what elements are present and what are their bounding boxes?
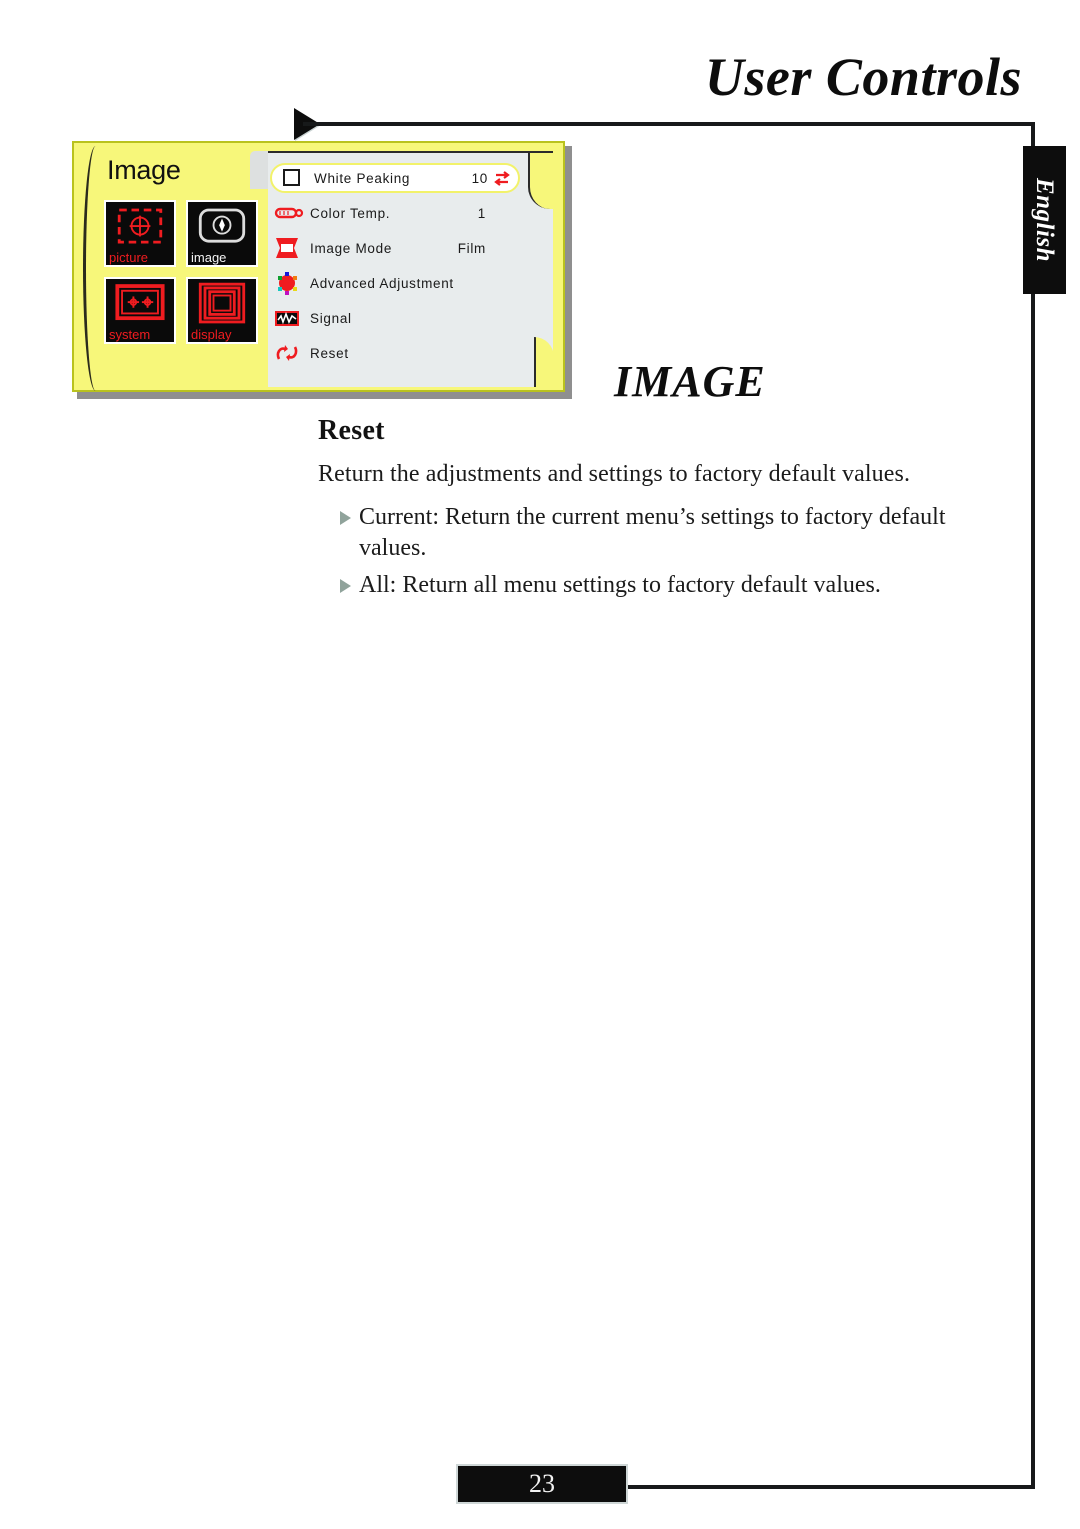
checkbox-icon (272, 165, 314, 191)
image-mode-icon (268, 235, 310, 261)
osd-row-value: 10 (471, 170, 488, 186)
reset-icon (268, 340, 310, 366)
bullet-triangle-icon (340, 511, 351, 525)
osd-row-color-temp[interactable]: Color Temp. 1 (268, 198, 516, 228)
page-title: User Controls (704, 47, 1022, 107)
list-item-text: Current: Return the current menu’s setti… (359, 504, 946, 561)
osd-row-label: White Peaking (314, 170, 411, 186)
section-title: IMAGE (614, 357, 766, 406)
osd-category-display[interactable]: display (186, 277, 258, 344)
osd-category-label: image (191, 250, 227, 265)
osd-category-system[interactable]: system (104, 277, 176, 344)
language-tab: English (1023, 146, 1066, 294)
display-icon (198, 282, 246, 324)
osd-category-picture[interactable]: picture (104, 200, 176, 267)
page-number: 23 (529, 1469, 555, 1498)
osd-category-image[interactable]: image (186, 200, 258, 267)
osd-row-reset[interactable]: Reset (268, 338, 516, 368)
osd-row-white-peaking[interactable]: White Peaking 10 (270, 163, 520, 193)
frame-right-rule (1031, 122, 1035, 1489)
body-content: Reset Return the adjustments and setting… (318, 415, 998, 607)
osd-row-image-mode[interactable]: Image Mode Film (268, 233, 516, 263)
list-item: Current: Return the current menu’s setti… (340, 502, 998, 564)
image-icon (198, 208, 246, 243)
color-temp-icon (268, 200, 310, 226)
osd-category-label: system (109, 327, 151, 342)
osd-row-label: Color Temp. (310, 205, 391, 221)
osd-settings-panel: White Peaking 10 Color Temp. 1 Image Mod… (268, 151, 554, 387)
frame-top-rule (303, 122, 1035, 126)
left-right-arrows-icon[interactable] (494, 170, 510, 186)
frame-bottom-rule (628, 1485, 1035, 1489)
osd-row-label: Image Mode (310, 240, 393, 256)
osd-category-label: display (191, 327, 232, 342)
advanced-adjustment-icon (268, 270, 310, 296)
osd-row-advanced-adjustment[interactable]: Advanced Adjustment (268, 268, 516, 298)
system-icon (115, 284, 165, 321)
osd-row-signal[interactable]: Signal (268, 303, 516, 333)
osd-row-label: Reset (310, 345, 349, 361)
bullet-triangle-icon (340, 579, 351, 593)
osd-page-curl (83, 146, 104, 391)
osd-yellow-panel: Image picture image system display White… (72, 141, 565, 392)
osd-panel-curve-top (528, 153, 554, 209)
osd-category-grid: picture image system display (104, 200, 259, 344)
list-item: All: Return all menu settings to factory… (340, 570, 998, 601)
osd-row-label: Advanced Adjustment (310, 275, 454, 291)
osd-category-label: picture (109, 250, 149, 265)
subsection-heading: Reset (318, 415, 385, 446)
osd-screenshot: Image picture image system display White… (72, 141, 572, 399)
language-tab-label: English (1031, 177, 1059, 263)
picture-icon (117, 208, 163, 244)
signal-icon (268, 305, 310, 331)
page-number-box: 23 (456, 1464, 628, 1504)
osd-row-value: 1 (477, 205, 486, 221)
osd-menu-title: Image (107, 155, 181, 185)
list-item-text: All: Return all menu settings to factory… (359, 572, 881, 598)
osd-panel-curve-bottom (534, 337, 554, 387)
osd-row-value: Film (457, 240, 486, 256)
osd-row-label: Signal (310, 310, 352, 326)
intro-paragraph: Return the adjustments and settings to f… (318, 461, 911, 487)
